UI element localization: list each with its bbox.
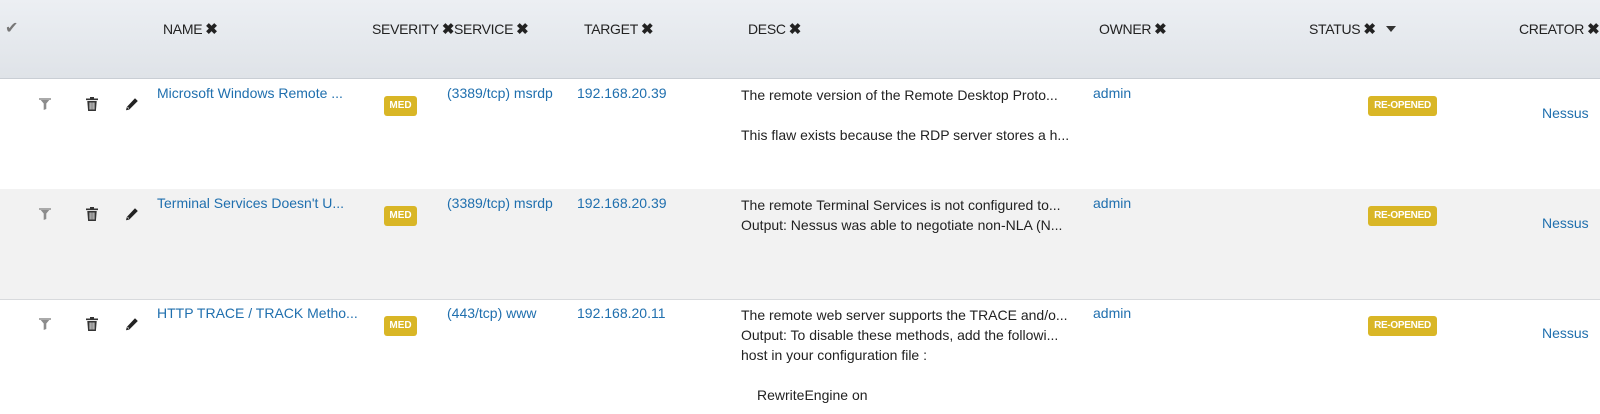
creator-link[interactable]: Nessus xyxy=(1542,215,1589,231)
description-line: RewriteEngine on xyxy=(757,387,868,403)
description-line: The remote version of the Remote Desktop… xyxy=(741,87,1058,103)
filter-icon[interactable] xyxy=(38,97,52,116)
findings-table: ✔ NAME ✖ SEVERITY ✖ SERVICE ✖ TARGET ✖ D… xyxy=(0,0,1600,414)
description-line: Output: Nessus was able to negotiate non… xyxy=(741,217,1063,233)
remove-column-creator-icon[interactable]: ✖ xyxy=(1587,20,1600,38)
column-header-severity[interactable]: SEVERITY ✖ xyxy=(372,20,454,38)
target-link[interactable]: 192.168.20.39 xyxy=(577,195,667,211)
select-all-check-icon[interactable]: ✔ xyxy=(5,18,18,38)
edit-pencil-icon[interactable] xyxy=(124,96,140,117)
description-line: host in your configuration file : xyxy=(741,347,927,363)
table-header: ✔ NAME ✖ SEVERITY ✖ SERVICE ✖ TARGET ✖ D… xyxy=(0,0,1600,79)
filter-icon[interactable] xyxy=(38,207,52,226)
column-header-service-label: SERVICE xyxy=(454,21,514,37)
trash-icon[interactable] xyxy=(84,96,100,117)
edit-pencil-icon[interactable] xyxy=(124,206,140,227)
table-row: HTTP TRACE / TRACK Metho... MED (443/tcp… xyxy=(0,299,1600,414)
severity-badge: MED xyxy=(384,316,417,336)
column-header-service[interactable]: SERVICE ✖ xyxy=(454,20,529,38)
status-badge: RE-OPENED xyxy=(1368,96,1437,116)
description-text: The remote version of the Remote Desktop… xyxy=(741,85,1086,145)
remove-column-severity-icon[interactable]: ✖ xyxy=(442,20,455,38)
column-header-target[interactable]: TARGET ✖ xyxy=(584,20,654,38)
description-line: The remote Terminal Services is not conf… xyxy=(741,197,1061,213)
finding-name-link[interactable]: Microsoft Windows Remote ... xyxy=(157,85,343,101)
owner-link[interactable]: admin xyxy=(1093,85,1131,101)
column-header-name-label: NAME xyxy=(163,21,203,37)
filter-icon[interactable] xyxy=(38,317,52,336)
column-header-severity-label: SEVERITY xyxy=(372,21,439,37)
column-header-desc[interactable]: DESC ✖ xyxy=(748,20,801,38)
column-header-creator[interactable]: CREATOR ✖ xyxy=(1519,20,1600,38)
remove-column-target-icon[interactable]: ✖ xyxy=(641,20,654,38)
target-link[interactable]: 192.168.20.11 xyxy=(577,305,666,321)
service-link[interactable]: (443/tcp) www xyxy=(447,305,536,321)
owner-link[interactable]: admin xyxy=(1093,305,1131,321)
owner-link[interactable]: admin xyxy=(1093,195,1131,211)
trash-icon[interactable] xyxy=(84,316,100,337)
remove-column-name-icon[interactable]: ✖ xyxy=(205,20,218,38)
column-header-desc-label: DESC xyxy=(748,21,786,37)
service-link[interactable]: (3389/tcp) msrdp xyxy=(447,195,553,211)
sort-descending-icon[interactable] xyxy=(1385,26,1396,32)
description-text: The remote Terminal Services is not conf… xyxy=(741,195,1086,235)
column-header-target-label: TARGET xyxy=(584,21,638,37)
creator-link[interactable]: Nessus xyxy=(1542,325,1589,341)
description-line: The remote web server supports the TRACE… xyxy=(741,307,1068,323)
severity-badge: MED xyxy=(384,206,417,226)
description-line: This flaw exists because the RDP server … xyxy=(741,127,1070,143)
column-header-owner-label: OWNER xyxy=(1099,21,1152,37)
description-text: The remote web server supports the TRACE… xyxy=(741,305,1086,405)
finding-name-link[interactable]: Terminal Services Doesn't U... xyxy=(157,195,344,211)
creator-link[interactable]: Nessus xyxy=(1542,105,1589,121)
edit-pencil-icon[interactable] xyxy=(124,316,140,337)
remove-column-service-icon[interactable]: ✖ xyxy=(516,20,529,38)
table-row: Terminal Services Doesn't U... MED (3389… xyxy=(0,189,1600,300)
trash-icon[interactable] xyxy=(84,206,100,227)
remove-column-status-icon[interactable]: ✖ xyxy=(1363,20,1376,38)
column-header-creator-label: CREATOR xyxy=(1519,21,1585,37)
table-row: Microsoft Windows Remote ... MED (3389/t… xyxy=(0,79,1600,190)
status-badge: RE-OPENED xyxy=(1368,316,1437,336)
target-link[interactable]: 192.168.20.39 xyxy=(577,85,667,101)
severity-badge: MED xyxy=(384,96,417,116)
column-header-name[interactable]: NAME ✖ xyxy=(163,20,218,38)
status-badge: RE-OPENED xyxy=(1368,206,1437,226)
column-header-owner[interactable]: OWNER ✖ xyxy=(1099,20,1167,38)
service-link[interactable]: (3389/tcp) msrdp xyxy=(447,85,553,101)
description-line: Output: To disable these methods, add th… xyxy=(741,327,1059,343)
finding-name-link[interactable]: HTTP TRACE / TRACK Metho... xyxy=(157,305,358,321)
column-header-status[interactable]: STATUS ✖ xyxy=(1309,20,1396,38)
column-header-status-label: STATUS xyxy=(1309,21,1361,37)
remove-column-desc-icon[interactable]: ✖ xyxy=(789,20,802,38)
remove-column-owner-icon[interactable]: ✖ xyxy=(1154,20,1167,38)
